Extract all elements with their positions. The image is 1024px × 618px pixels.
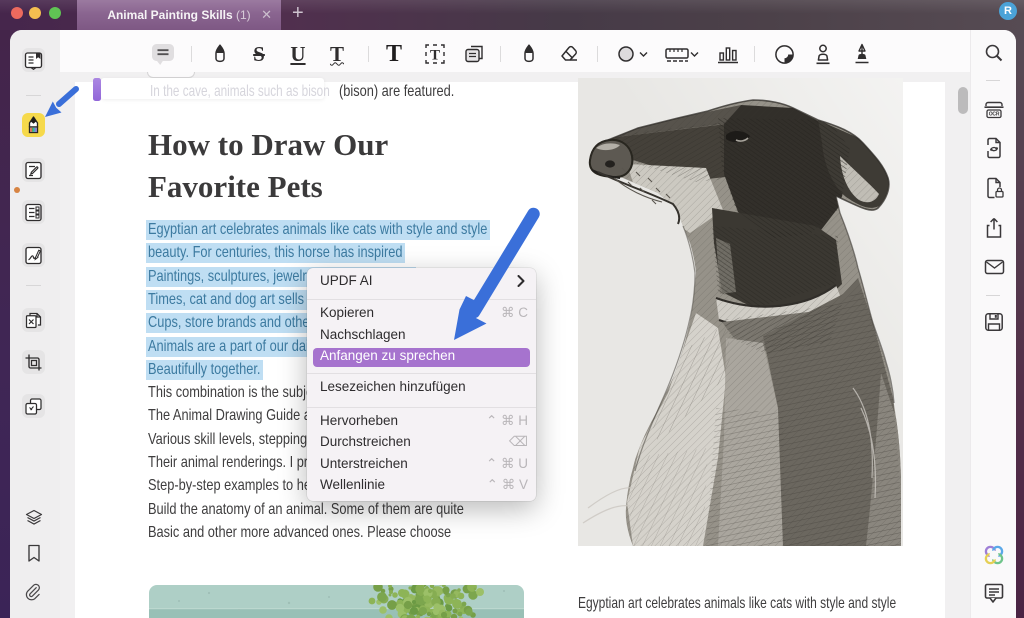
svg-text:T: T	[430, 48, 440, 64]
svg-text:OCR: OCR	[989, 112, 1000, 118]
